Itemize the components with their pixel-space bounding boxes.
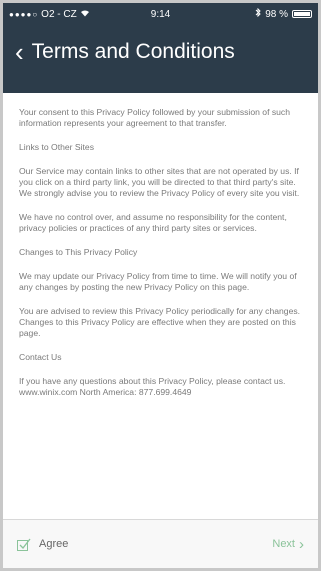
terms-paragraph: We may update our Privacy Policy from ti… (19, 271, 297, 292)
terms-paragraph: Our Service may contain links to other s… (19, 166, 300, 198)
battery-icon (292, 10, 312, 18)
chevron-right-icon: › (299, 535, 304, 553)
next-label: Next (272, 538, 295, 550)
terms-paragraph: We have no control over, and assume no r… (19, 212, 287, 233)
status-right: 98 % (255, 7, 312, 20)
section-heading: Contact Us (19, 352, 62, 362)
next-button[interactable]: Next › (272, 537, 304, 552)
back-icon[interactable]: ‹ (15, 39, 24, 65)
bluetooth-icon (255, 7, 261, 20)
signal-icon: ●●●●○ (9, 9, 39, 19)
carrier-label: O2 - CZ (41, 8, 77, 20)
wifi-icon (80, 9, 90, 20)
terms-content: Your consent to this Privacy Policy foll… (3, 93, 318, 398)
terms-paragraph: Your consent to this Privacy Policy foll… (19, 107, 290, 128)
checkbox-icon[interactable] (17, 538, 31, 551)
agree-label: Agree (39, 538, 69, 550)
status-bar: ●●●●○ O2 - CZ 9:14 98 % (3, 3, 318, 25)
terms-paragraph: If you have any questions about this Pri… (19, 376, 286, 397)
terms-paragraph: You are advised to review this Privacy P… (19, 306, 301, 338)
status-left: ●●●●○ O2 - CZ (9, 9, 90, 20)
footer-bar: Agree Next › (3, 519, 318, 568)
battery-percent: 98 % (265, 8, 288, 20)
app-screen: ●●●●○ O2 - CZ 9:14 98 % ‹ Terms and Cond… (3, 3, 318, 568)
page-title: Terms and Conditions (31, 40, 235, 63)
header: ●●●●○ O2 - CZ 9:14 98 % ‹ Terms and Cond… (3, 3, 318, 93)
section-heading: Links to Other Sites (19, 142, 94, 152)
section-heading: Changes to This Privacy Policy (19, 247, 138, 257)
nav-bar: ‹ Terms and Conditions (15, 39, 306, 65)
agree-checkbox[interactable]: Agree (17, 538, 68, 551)
